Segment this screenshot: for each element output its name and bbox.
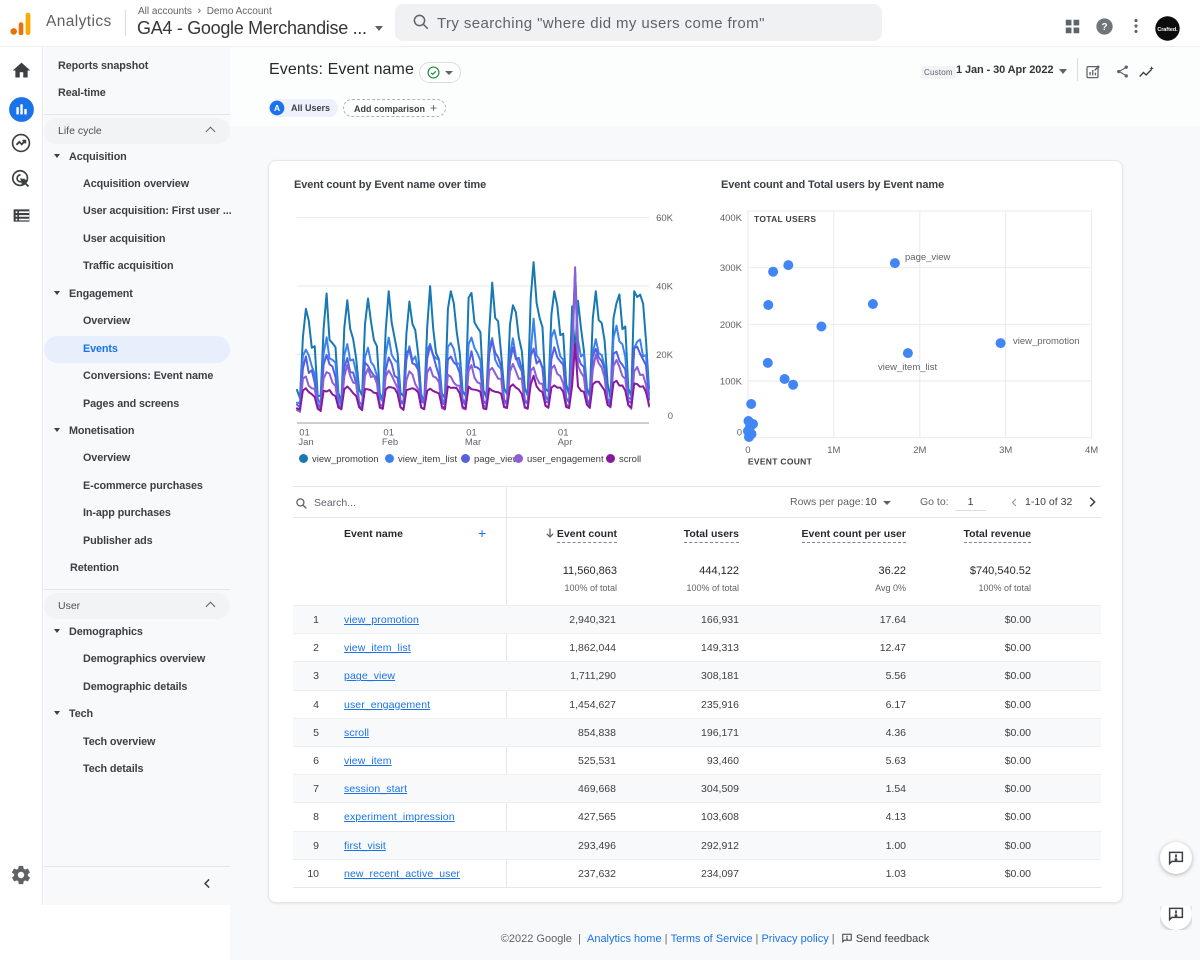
svg-text:40K: 40K bbox=[656, 282, 674, 293]
svg-text:3M: 3M bbox=[999, 445, 1012, 456]
svg-text:400K: 400K bbox=[720, 213, 743, 224]
svg-text:Mar: Mar bbox=[465, 437, 481, 448]
svg-text:2M: 2M bbox=[913, 445, 926, 456]
svg-text:page_view: page_view bbox=[905, 252, 951, 263]
svg-text:0: 0 bbox=[668, 411, 673, 422]
svg-text:1M: 1M bbox=[827, 445, 840, 456]
svg-text:A: A bbox=[274, 103, 281, 113]
svg-text:Crafted.: Crafted. bbox=[1157, 27, 1178, 33]
svg-text:Feb: Feb bbox=[382, 437, 398, 448]
svg-text:view_promotion: view_promotion bbox=[1013, 336, 1080, 347]
svg-text:TOTAL USERS: TOTAL USERS bbox=[754, 214, 816, 224]
svg-text:0: 0 bbox=[737, 428, 742, 439]
svg-text:60K: 60K bbox=[656, 213, 674, 224]
svg-text:4M: 4M bbox=[1085, 445, 1098, 456]
svg-text:100K: 100K bbox=[720, 377, 743, 388]
svg-text:0: 0 bbox=[745, 445, 750, 456]
svg-text:view_item_list: view_item_list bbox=[878, 362, 937, 373]
svg-text:EVENT COUNT: EVENT COUNT bbox=[748, 457, 813, 467]
svg-text:Apr: Apr bbox=[558, 437, 573, 448]
svg-text:?: ? bbox=[1101, 22, 1107, 33]
svg-text:20K: 20K bbox=[656, 350, 674, 361]
svg-text:300K: 300K bbox=[720, 263, 743, 274]
svg-text:Jan: Jan bbox=[298, 437, 313, 448]
svg-text:200K: 200K bbox=[720, 320, 743, 331]
